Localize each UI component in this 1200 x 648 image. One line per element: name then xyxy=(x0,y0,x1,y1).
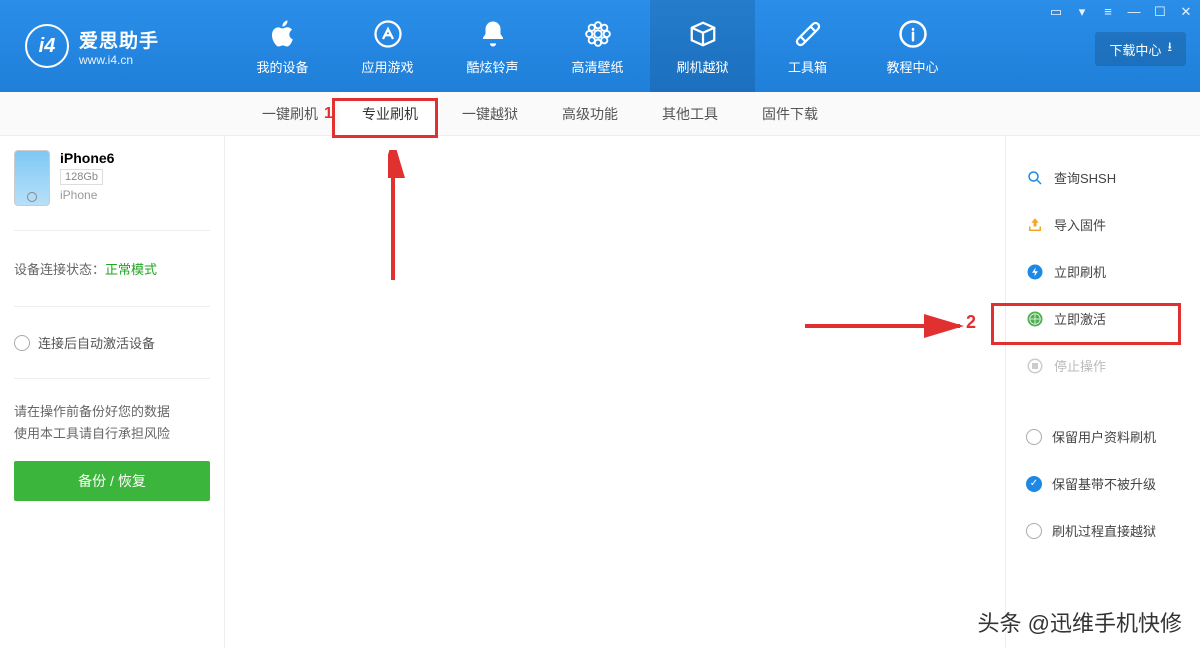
activate-now-button[interactable]: 立即激活 xyxy=(1006,295,1200,342)
bell-icon xyxy=(476,17,510,51)
tab-firmware-download[interactable]: 固件下载 xyxy=(740,92,840,135)
appstore-icon xyxy=(371,17,405,51)
nav-label: 应用游戏 xyxy=(361,57,413,76)
option-jailbreak-during-flash[interactable]: 刷机过程直接越狱 xyxy=(1006,507,1200,554)
main-content xyxy=(225,136,1005,648)
info-icon xyxy=(896,17,930,51)
nav-apps[interactable]: 应用游戏 xyxy=(335,0,440,92)
watermark: 头条 @迅维手机快修 xyxy=(978,606,1182,638)
option-keep-baseband[interactable]: 保留基带不被升级 xyxy=(1006,460,1200,507)
tools-icon xyxy=(791,17,825,51)
left-sidebar: iPhone6 128Gb iPhone 设备连接状态：正常模式 连接后自动激活… xyxy=(0,136,225,648)
app-header: i4 爱思助手 www.i4.cn 我的设备 应用游戏 酷炫铃声 高清壁纸 刷机… xyxy=(0,0,1200,92)
backup-restore-button[interactable]: 备份 / 恢复 xyxy=(14,461,210,501)
stop-button: 停止操作 xyxy=(1006,342,1200,389)
stop-icon xyxy=(1026,357,1044,375)
sub-tabs: 一键刷机 1 专业刷机 一键越狱 高级功能 其他工具 固件下载 xyxy=(0,92,1200,136)
nav-wallpapers[interactable]: 高清壁纸 xyxy=(545,0,650,92)
device-name: iPhone6 xyxy=(60,150,114,166)
radio-icon xyxy=(1026,429,1042,445)
nav-label: 刷机越狱 xyxy=(676,57,728,76)
connection-status: 设备连接状态：正常模式 xyxy=(14,231,210,307)
nav-ringtones[interactable]: 酷炫铃声 xyxy=(440,0,545,92)
app-title: 爱思助手 xyxy=(79,26,159,53)
close-icon[interactable]: ✕ xyxy=(1178,4,1194,20)
radio-icon xyxy=(14,335,30,351)
device-info[interactable]: iPhone6 128Gb iPhone xyxy=(14,150,210,231)
tab-advanced[interactable]: 高级功能 xyxy=(540,92,640,135)
tab-pro-flash[interactable]: 1 专业刷机 xyxy=(340,92,440,135)
radio-checked-icon xyxy=(1026,476,1042,492)
download-center-button[interactable]: 下载中心 ⭳ xyxy=(1095,32,1186,66)
apple-icon xyxy=(266,17,300,51)
box-icon xyxy=(686,17,720,51)
window-controls: ▭ ▾ ≡ — ☐ ✕ xyxy=(1048,4,1194,20)
menu-icon[interactable]: ≡ xyxy=(1100,4,1116,20)
nav-label: 我的设备 xyxy=(256,57,308,76)
flash-icon xyxy=(1026,263,1044,281)
auto-activate-toggle[interactable]: 连接后自动激活设备 xyxy=(14,307,210,379)
annotation-marker-2: 2 xyxy=(966,312,976,333)
annotation-marker-1: 1 xyxy=(324,105,333,123)
device-type: iPhone xyxy=(60,188,114,202)
download-center-label: 下载中心 xyxy=(1109,40,1161,59)
activate-icon xyxy=(1026,310,1044,328)
feedback-icon[interactable]: ▭ xyxy=(1048,4,1064,20)
app-url: www.i4.cn xyxy=(79,53,159,67)
maximize-icon[interactable]: ☐ xyxy=(1152,4,1168,20)
option-keep-userdata[interactable]: 保留用户资料刷机 xyxy=(1006,413,1200,460)
app-logo: i4 爱思助手 www.i4.cn xyxy=(10,24,230,68)
nav-tutorials[interactable]: 教程中心 xyxy=(860,0,965,92)
query-shsh-button[interactable]: 查询SHSH xyxy=(1006,154,1200,201)
nav-label: 工具箱 xyxy=(788,57,827,76)
device-capacity: 128Gb xyxy=(60,169,103,185)
nav-my-device[interactable]: 我的设备 xyxy=(230,0,335,92)
download-icon: ⭳ xyxy=(1167,38,1172,60)
minimize-icon[interactable]: — xyxy=(1126,4,1142,20)
backup-warning: 请在操作前备份好您的数据 使用本工具请自行承担风险 xyxy=(14,379,210,461)
nav-label: 酷炫铃声 xyxy=(466,57,518,76)
status-mode: 正常模式 xyxy=(105,262,157,277)
device-image xyxy=(14,150,50,206)
radio-icon xyxy=(1026,523,1042,539)
right-panel: 查询SHSH 导入固件 立即刷机 立即激活 停止操作 保留用户资料刷机 保留基带… xyxy=(1005,136,1200,648)
search-icon xyxy=(1026,169,1044,187)
import-firmware-button[interactable]: 导入固件 xyxy=(1006,201,1200,248)
nav-flash[interactable]: 刷机越狱 xyxy=(650,0,755,92)
main-nav: 我的设备 应用游戏 酷炫铃声 高清壁纸 刷机越狱 工具箱 教程中心 xyxy=(230,0,1190,92)
nav-label: 教程中心 xyxy=(886,57,938,76)
tab-oneclick-jailbreak[interactable]: 一键越狱 xyxy=(440,92,540,135)
logo-icon: i4 xyxy=(25,24,69,68)
flower-icon xyxy=(581,17,615,51)
nav-toolbox[interactable]: 工具箱 xyxy=(755,0,860,92)
import-icon xyxy=(1026,216,1044,234)
tab-other-tools[interactable]: 其他工具 xyxy=(640,92,740,135)
skin-icon[interactable]: ▾ xyxy=(1074,4,1090,20)
nav-label: 高清壁纸 xyxy=(571,57,623,76)
flash-now-button[interactable]: 立即刷机 xyxy=(1006,248,1200,295)
